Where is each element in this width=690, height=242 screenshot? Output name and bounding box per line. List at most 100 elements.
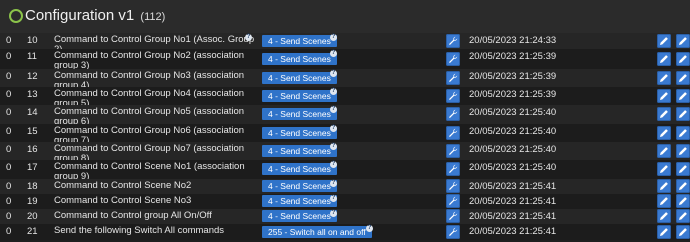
- pencil-icon[interactable]: [676, 179, 690, 193]
- parameter-id: 12: [27, 71, 38, 82]
- timestamp: 20/05/2023 21:25:40: [469, 162, 557, 173]
- wrench-icon[interactable]: [446, 126, 460, 140]
- parameter-value[interactable]: 4 - Send Scenes: [262, 210, 337, 222]
- pencil-icon[interactable]: [676, 194, 690, 208]
- wrench-icon[interactable]: [446, 225, 460, 239]
- node-id: 0: [6, 126, 12, 137]
- timestamp: 20/05/2023 21:24:33: [469, 35, 557, 46]
- pencil-icon[interactable]: [657, 71, 671, 85]
- pencil-icon[interactable]: [657, 194, 671, 208]
- pencil-icon[interactable]: [657, 209, 671, 223]
- timestamp: 20/05/2023 21:25:41: [469, 181, 557, 192]
- pencil-icon[interactable]: [676, 209, 690, 223]
- parameter-id: 21: [27, 226, 38, 237]
- timestamp: 20/05/2023 21:25:41: [469, 226, 557, 237]
- wrench-icon[interactable]: [446, 162, 460, 176]
- question-circle-icon[interactable]: ?: [330, 210, 337, 217]
- question-circle-icon[interactable]: ?: [366, 225, 373, 232]
- table-row: 0 14 Command to Control Group No5 (associa…: [0, 105, 690, 127]
- pencil-icon[interactable]: [657, 89, 671, 103]
- wrench-icon[interactable]: [446, 194, 460, 208]
- wrench-icon[interactable]: [446, 107, 460, 121]
- parameter-description: Send the following Switch All commands: [54, 225, 225, 236]
- wrench-icon[interactable]: [446, 179, 460, 193]
- table-row: 0 13 Command to Control Group No4 (associa…: [0, 87, 690, 109]
- parameter-value[interactable]: 4 - Send Scenes: [262, 145, 337, 157]
- question-circle-icon[interactable]: ?: [330, 50, 337, 57]
- timestamp: 20/05/2023 21:25:39: [469, 51, 557, 62]
- parameter-id: 15: [27, 126, 38, 137]
- node-id: 0: [6, 162, 12, 173]
- pencil-icon[interactable]: [676, 225, 690, 239]
- configuration-header: Configuration v1 (112): [0, 0, 690, 34]
- parameter-description: Command to Control Scene No3: [54, 195, 192, 206]
- parameter-value[interactable]: 4 - Send Scenes: [262, 195, 337, 207]
- question-circle-icon[interactable]: ?: [330, 195, 337, 202]
- pencil-icon[interactable]: [657, 107, 671, 121]
- question-circle-icon[interactable]: ?: [330, 88, 337, 95]
- parameter-description: Command to Control Group No2 (associatio…: [54, 50, 245, 71]
- question-circle-icon[interactable]: ?: [330, 143, 337, 150]
- parameter-id: 19: [27, 196, 38, 207]
- status-ring-icon: [9, 9, 23, 23]
- wrench-icon[interactable]: [446, 52, 460, 66]
- parameter-value[interactable]: 4 - Send Scenes: [262, 180, 337, 192]
- parameter-value[interactable]: 4 - Send Scenes: [262, 163, 337, 175]
- parameter-value[interactable]: 255 - Switch all on and off: [262, 226, 372, 238]
- pencil-icon[interactable]: [657, 126, 671, 140]
- question-circle-icon[interactable]: ?: [330, 70, 337, 77]
- parameter-value[interactable]: 4 - Send Scenes: [262, 108, 337, 120]
- pencil-icon[interactable]: [657, 162, 671, 176]
- question-circle-icon[interactable]: ?: [330, 180, 337, 187]
- table-row: 0 11 Command to Control Group No2 (associa…: [0, 49, 690, 71]
- node-id: 0: [6, 211, 12, 222]
- pencil-icon[interactable]: [676, 144, 690, 158]
- pencil-icon[interactable]: [676, 34, 690, 48]
- parameter-value[interactable]: 4 - Send Scenes: [262, 90, 337, 102]
- pencil-icon[interactable]: [676, 162, 690, 176]
- parameter-id: 13: [27, 89, 38, 100]
- timestamp: 20/05/2023 21:25:40: [469, 144, 557, 155]
- node-id: 0: [6, 71, 12, 82]
- parameter-value[interactable]: 4 - Send Scenes: [262, 53, 337, 65]
- node-id: 0: [6, 89, 12, 100]
- table-row: 0 18 Command to Control Scene No2 4 - Send …: [0, 179, 690, 194]
- pencil-icon[interactable]: [676, 71, 690, 85]
- timestamp: 20/05/2023 21:25:39: [469, 89, 557, 100]
- pencil-icon[interactable]: [657, 52, 671, 66]
- table-row: 0 19 Command to Control Scene No3 4 - Send …: [0, 194, 690, 209]
- question-circle-icon[interactable]: ?: [330, 161, 337, 168]
- timestamp: 20/05/2023 21:25:41: [469, 196, 557, 207]
- node-id: 0: [6, 181, 12, 192]
- wrench-icon[interactable]: [446, 89, 460, 103]
- pencil-icon[interactable]: [676, 126, 690, 140]
- wrench-icon[interactable]: [446, 71, 460, 85]
- table-row: 0 15 Command to Control Group No6 (associa…: [0, 124, 690, 146]
- timestamp: 20/05/2023 21:25:40: [469, 126, 557, 137]
- question-circle-icon[interactable]: ?: [330, 34, 337, 41]
- pencil-icon[interactable]: [676, 89, 690, 103]
- pencil-icon[interactable]: [676, 52, 690, 66]
- timestamp: 20/05/2023 21:25:39: [469, 71, 557, 82]
- question-circle-icon[interactable]: ?: [330, 106, 337, 113]
- wrench-icon[interactable]: [446, 209, 460, 223]
- parameter-id: 10: [27, 35, 38, 46]
- node-id: 0: [6, 226, 12, 237]
- pencil-icon[interactable]: [657, 144, 671, 158]
- wrench-icon[interactable]: [446, 144, 460, 158]
- parameter-value[interactable]: 4 - Send Scenes: [262, 127, 337, 139]
- parameter-value[interactable]: 4 - Send Scenes: [262, 72, 337, 84]
- pencil-icon[interactable]: [676, 107, 690, 121]
- parameters-table: 0 10 Command to Control Group No1 (Assoc. …: [0, 33, 690, 240]
- table-row: 0 10 Command to Control Group No1 (Assoc. …: [0, 33, 690, 55]
- table-row: 0 20 Command to Control group All On/Off 4 …: [0, 209, 690, 224]
- timestamp: 20/05/2023 21:25:40: [469, 107, 557, 118]
- pencil-icon[interactable]: [657, 34, 671, 48]
- timestamp: 20/05/2023 21:25:41: [469, 211, 557, 222]
- pencil-icon[interactable]: [657, 225, 671, 239]
- wrench-icon[interactable]: [446, 34, 460, 48]
- parameter-value[interactable]: 4 - Send Scenes: [262, 35, 337, 47]
- question-circle-icon[interactable]: ?: [330, 125, 337, 132]
- question-circle-icon[interactable]: ?: [245, 34, 252, 41]
- pencil-icon[interactable]: [657, 179, 671, 193]
